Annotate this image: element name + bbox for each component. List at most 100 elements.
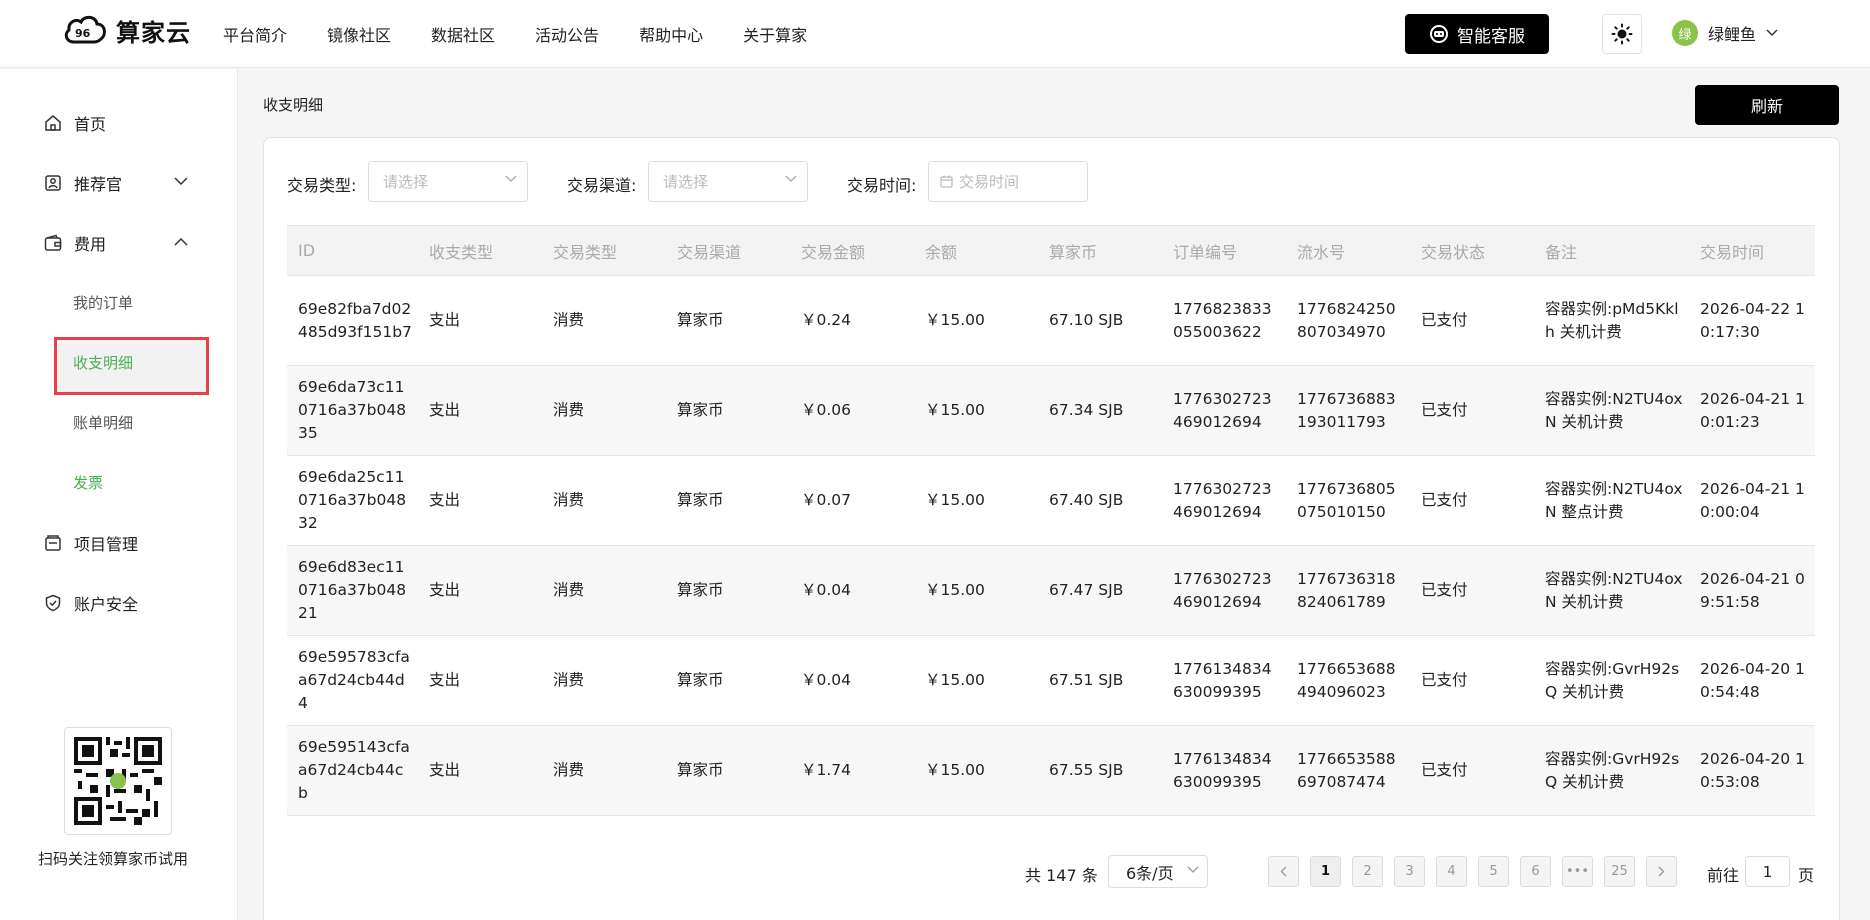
page-button[interactable]: 1: [1310, 856, 1341, 887]
prev-page-button[interactable]: [1268, 856, 1299, 887]
cell-amount: ￥1.74: [801, 761, 852, 779]
time-filter-input[interactable]: 交易时间: [928, 161, 1088, 202]
chevron-down-icon: [1187, 866, 1199, 873]
cell-id: 69e595783cfaa67d24cb44d4: [298, 648, 410, 712]
folder-icon: [45, 535, 61, 551]
sidebar-item-home[interactable]: 首页: [44, 111, 106, 135]
chevron-down-icon: [1766, 29, 1778, 37]
nav-image-community[interactable]: 镜像社区: [327, 22, 391, 46]
nav-data-community[interactable]: 数据社区: [431, 22, 495, 46]
ai-service-button[interactable]: 智能客服: [1405, 14, 1549, 54]
column-header: 流水号: [1286, 225, 1410, 276]
page-button[interactable]: 5: [1478, 856, 1509, 887]
cell-balance: ￥15.00: [925, 491, 985, 509]
cell-order-no: 1776302723469012694: [1173, 479, 1272, 521]
cell-channel: 算家币: [677, 401, 724, 419]
page-title: 收支明细: [263, 96, 324, 114]
brand-logo[interactable]: 96 算家云: [62, 12, 191, 48]
chevron-left-icon: [1280, 866, 1287, 877]
cell-status: 已支付: [1421, 491, 1468, 509]
cell-trade-type: 消费: [553, 581, 585, 599]
chevron-up-icon[interactable]: [174, 237, 188, 246]
goto-prefix: 前往: [1707, 866, 1740, 885]
cell-channel: 算家币: [677, 671, 724, 689]
cell-channel: 算家币: [677, 491, 724, 509]
cell-amount: ￥0.04: [801, 671, 852, 689]
channel-filter-placeholder: 请选择: [663, 173, 709, 191]
sidebar-sub-invoice[interactable]: 发票: [73, 472, 103, 493]
transactions-table: ID 收支类型 交易类型 交易渠道 交易金额 余额 算家币 订单编号 流水号 交…: [287, 225, 1815, 816]
chevron-down-icon: [505, 175, 517, 182]
user-menu[interactable]: 绿 绿鲤鱼: [1672, 20, 1778, 46]
svg-text:96: 96: [75, 27, 91, 40]
cell-time: 2026-04-22 10:17:30: [1700, 299, 1805, 341]
next-page-button[interactable]: [1646, 856, 1677, 887]
theme-toggle-button[interactable]: [1602, 14, 1642, 54]
sidebar-item-label: 费用: [74, 235, 107, 254]
shield-icon: [45, 594, 61, 612]
column-header: 收支类型: [418, 225, 542, 276]
goto-page-input[interactable]: 1: [1745, 856, 1790, 887]
cell-channel: 算家币: [677, 581, 724, 599]
nav-about[interactable]: 关于算家: [743, 22, 807, 46]
nav-announcements[interactable]: 活动公告: [535, 22, 599, 46]
more-pages-button[interactable]: •••: [1562, 856, 1593, 887]
sidebar-item-projects[interactable]: 项目管理: [44, 531, 138, 555]
username: 绿鲤鱼: [1708, 25, 1757, 44]
sidebar-item-fees[interactable]: 费用: [44, 231, 106, 255]
page-button[interactable]: 3: [1394, 856, 1425, 887]
ai-service-label: 智能客服: [1457, 26, 1525, 47]
page-size-select[interactable]: 6条/页: [1108, 855, 1208, 888]
sidebar-item-recommender[interactable]: 推荐官: [44, 171, 122, 195]
avatar: 绿: [1672, 20, 1698, 46]
table-body: 69e82fba7d02485d93f151b7 支出 消费 算家币 ￥0.24 ￥15.…: [287, 276, 1815, 816]
chevron-down-icon[interactable]: [174, 177, 188, 186]
sidebar-item-label: 首页: [74, 115, 107, 134]
cell-time: 2026-04-21 09:51:58: [1700, 569, 1805, 611]
calendar-icon: [940, 175, 953, 188]
qr-code-icon: [74, 737, 162, 825]
page-button[interactable]: 2: [1352, 856, 1383, 887]
top-header: 96 算家云 平台简介 镜像社区 数据社区 活动公告 帮助中心 关于算家 智能客…: [0, 0, 1870, 68]
nav-platform-intro[interactable]: 平台简介: [223, 22, 287, 46]
sidebar-item-label: 推荐官: [74, 175, 123, 194]
cell-trade-type: 消费: [553, 401, 585, 419]
cell-remark: 容器实例:GvrH92sQ 关机计费: [1545, 659, 1680, 701]
channel-filter-select[interactable]: 请选择: [648, 161, 808, 202]
channel-filter-label: 交易渠道:: [567, 176, 637, 195]
page-button[interactable]: 25: [1604, 856, 1635, 887]
nav-help-center[interactable]: 帮助中心: [639, 22, 703, 46]
column-header: 订单编号: [1162, 225, 1286, 276]
table-header-row: ID 收支类型 交易类型 交易渠道 交易金额 余额 算家币 订单编号 流水号 交…: [287, 225, 1815, 276]
type-filter-label: 交易类型:: [287, 176, 357, 195]
page-button[interactable]: 6: [1520, 856, 1551, 887]
cell-direction: 支出: [429, 581, 461, 599]
table-row: 69e6da73c110716a37b04835 支出 消费 算家币 ￥0.06 ￥15.…: [287, 365, 1815, 456]
cell-id: 69e82fba7d02485d93f151b7: [298, 299, 412, 341]
table-row: 69e82fba7d02485d93f151b7 支出 消费 算家币 ￥0.24 ￥15.…: [287, 276, 1815, 366]
sidebar-sub-income[interactable]: 收支明细: [73, 352, 133, 373]
sidebar-sub-bills[interactable]: 账单明细: [73, 412, 133, 433]
sidebar-item-security[interactable]: 账户安全: [44, 591, 138, 615]
qr-caption: 扫码关注领算家币试用: [38, 850, 189, 868]
total-count: 共 147 条: [1025, 866, 1098, 885]
robot-icon: [1430, 25, 1448, 43]
cell-order-no: 1776823833055003622: [1173, 299, 1272, 341]
top-nav: 平台简介 镜像社区 数据社区 活动公告 帮助中心 关于算家: [223, 0, 847, 68]
refresh-button[interactable]: 刷新: [1695, 85, 1839, 125]
cell-balance: ￥15.00: [925, 671, 985, 689]
cell-remark: 容器实例:N2TU4oxN 关机计费: [1545, 389, 1683, 431]
sun-icon: [1611, 23, 1633, 45]
cell-balance: ￥15.00: [925, 311, 985, 329]
cell-time: 2026-04-21 10:00:04: [1700, 479, 1805, 521]
wallet-icon: [44, 234, 62, 251]
cell-direction: 支出: [429, 311, 461, 329]
sidebar-sub-orders[interactable]: 我的订单: [73, 292, 133, 313]
column-header: 交易金额: [790, 225, 914, 276]
column-header: 余额: [914, 225, 1038, 276]
column-header: 备注: [1534, 225, 1689, 276]
type-filter-select[interactable]: 请选择: [368, 161, 528, 202]
cell-balance: ￥15.00: [925, 761, 985, 779]
cell-serial-no: 1776653588697087474: [1297, 749, 1396, 791]
page-button[interactable]: 4: [1436, 856, 1467, 887]
